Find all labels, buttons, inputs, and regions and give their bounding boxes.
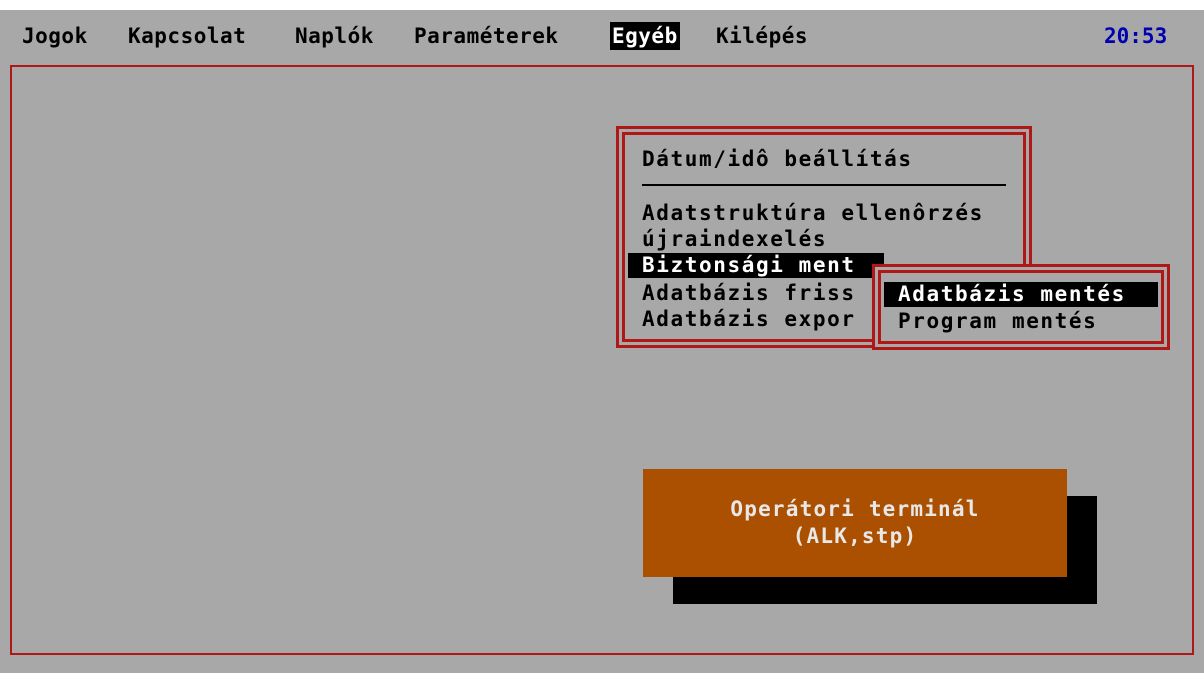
submenu-item-adatbazis-mentes[interactable]: Adatbázis mentés xyxy=(884,282,1158,307)
menu-separator xyxy=(642,184,1006,186)
menu-kilepes[interactable]: Kilépés xyxy=(716,22,808,50)
menu-item-adatbazis-frissites[interactable]: Adatbázis friss xyxy=(642,281,856,306)
submenu-item-program-mentes[interactable]: Program mentés xyxy=(898,309,1097,334)
clock: 20:53 xyxy=(1104,24,1168,48)
menu-parameterek[interactable]: Paraméterek xyxy=(414,22,559,50)
operator-terminal-box: Operátori terminál (ALK,stp) xyxy=(643,469,1067,577)
menu-item-ujraindexeles[interactable]: újraindexelés xyxy=(642,227,827,252)
terminal-subtitle: (ALK,stp) xyxy=(792,524,918,548)
menu-item-adatbazis-export[interactable]: Adatbázis expor xyxy=(642,307,856,332)
menu-egyeb[interactable]: Egyéb xyxy=(610,22,680,50)
backup-submenu: Adatbázis mentés Program mentés xyxy=(872,264,1170,350)
menu-naplok[interactable]: Naplók xyxy=(295,22,374,50)
menu-item-adatstruktura[interactable]: Adatstruktúra ellenôrzés xyxy=(642,201,984,226)
terminal-title: Operátori terminál xyxy=(730,497,980,521)
menu-jogok[interactable]: Jogok xyxy=(22,22,88,50)
menu-kapcsolat[interactable]: Kapcsolat xyxy=(128,22,246,50)
menu-item-datum-ido[interactable]: Dátum/idô beállítás xyxy=(642,147,913,172)
menu-bar: Jogok Kapcsolat Naplók Paraméterek Egyéb… xyxy=(0,0,1204,62)
menu-item-biztonsagi-mentes[interactable]: Biztonsági ment xyxy=(628,253,884,278)
